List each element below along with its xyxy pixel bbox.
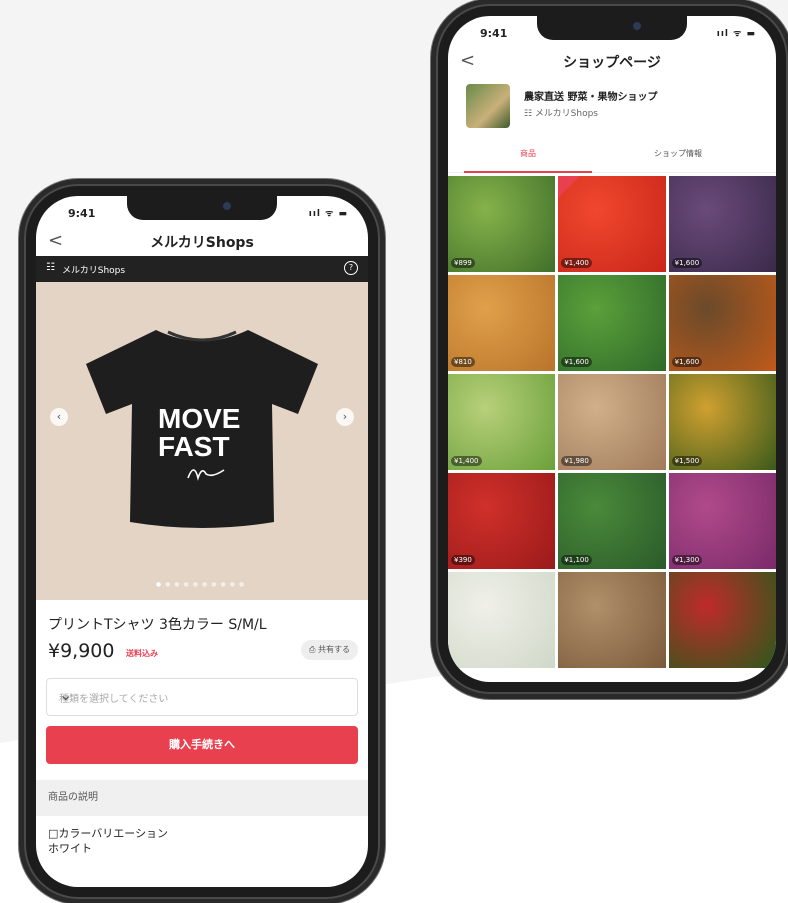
product-tile[interactable]: ¥1,300	[668, 473, 776, 569]
shop-header[interactable]: 農家直送 野菜・果物ショップ ☷ メルカリShops	[448, 76, 776, 138]
camera-icon	[223, 202, 231, 210]
tshirt-text-fast: FAST	[158, 431, 230, 462]
nav-title: メルカリShops	[150, 235, 254, 251]
help-icon[interactable]: ?	[344, 261, 358, 275]
product-tile[interactable]: ¥1,500	[668, 374, 776, 470]
share-button[interactable]: ⎙ 共有する	[301, 640, 358, 660]
product-tile-price: ¥810	[451, 357, 475, 367]
shop-bar-name: メルカリShops	[62, 266, 126, 276]
product-tile[interactable]	[448, 572, 556, 668]
shop-logo-icon: ☷	[46, 262, 55, 273]
product-tile[interactable]: ¥1,980	[558, 374, 666, 470]
shop-phone-mockup: 9:41 ııl ᯤ ▬ < ショップページ 農家直送 野菜・果物ショップ ☷ …	[436, 4, 788, 694]
product-image-carousel[interactable]: MOVE FAST ‹ › ●●●●●●●●●●	[36, 282, 368, 600]
product-tile[interactable]: ¥1,100	[558, 473, 666, 569]
product-tile-price: ¥1,600	[671, 357, 703, 367]
product-tile-price: ¥1,600	[671, 258, 703, 268]
product-tile[interactable]: ¥1,600	[668, 176, 776, 272]
carousel-prev-icon[interactable]: ‹	[50, 408, 68, 426]
carousel-dots-rest: ●●●●●●●●●	[165, 581, 249, 588]
tshirt-image: MOVE FAST	[86, 330, 318, 528]
product-tile-price: ¥1,100	[561, 555, 592, 565]
product-screen: 9:41 ııl ᯤ ▬ < メルカリShops ☷ メルカリShops ? M…	[36, 196, 368, 887]
tab-products[interactable]: 商品	[464, 148, 592, 159]
shipping-label: 送料込み	[126, 649, 158, 658]
product-title: プリントTシャツ 3色カラー S/M/L	[48, 617, 267, 633]
status-time: 9:41	[68, 207, 96, 220]
description-line: ホワイト	[48, 842, 92, 855]
carousel-dots: ●●●●●●●●●●	[36, 581, 368, 588]
product-tile[interactable]: ¥1,400	[448, 374, 556, 470]
status-icons: ııl ᯤ ▬	[308, 209, 348, 219]
product-phone-mockup: 9:41 ııl ᯤ ▬ < メルカリShops ☷ メルカリShops ? M…	[24, 184, 380, 899]
shop-badge: ☷ メルカリShops	[524, 109, 598, 119]
carousel-next-icon[interactable]: ›	[336, 408, 354, 426]
shop-avatar	[466, 84, 510, 128]
product-tile[interactable]: ¥390	[448, 473, 556, 569]
product-tile[interactable]: ¥810	[448, 275, 556, 371]
variant-select[interactable]: 種類を選択してください ⌄	[46, 678, 358, 716]
sold-badge	[558, 176, 581, 198]
product-tile-price: ¥1,400	[451, 456, 482, 466]
camera-icon	[633, 22, 641, 30]
product-tile[interactable]	[558, 572, 666, 668]
product-tile-price: ¥1,500	[671, 456, 703, 466]
product-tile[interactable]	[668, 572, 776, 668]
carousel-dot-active: ●	[155, 581, 166, 588]
status-time: 9:41	[480, 27, 508, 40]
product-tile[interactable]: ¥1,600	[668, 275, 776, 371]
product-tile[interactable]: ¥1,600	[558, 275, 666, 371]
product-tile[interactable]: ¥1,400	[558, 176, 666, 272]
tab-indicator	[464, 171, 592, 173]
nav-bar: < ショップページ	[448, 46, 776, 76]
product-tile-price: ¥1,600	[561, 357, 592, 367]
product-grid: ¥899 ¥1,400 ¥1,600 ¥810 ¥1,600 ¥1,600 ¥1,400 ¥1…	[448, 173, 776, 668]
phone-notch	[127, 196, 277, 220]
product-tile-price: ¥899	[451, 258, 475, 268]
product-price: ¥9,900	[48, 640, 115, 662]
product-tile[interactable]: ¥899	[448, 176, 556, 272]
product-tile-price: ¥390	[451, 555, 475, 565]
product-tile-price: ¥1,300	[671, 555, 703, 565]
shop-screen: 9:41 ııl ᯤ ▬ < ショップページ 農家直送 野菜・果物ショップ ☷ …	[448, 16, 776, 682]
chevron-down-icon: ⌄	[59, 685, 73, 704]
price-row: ¥9,900 送料込み ⎙ 共有する	[36, 640, 368, 670]
product-tile-price: ¥1,400	[561, 258, 592, 268]
buy-button[interactable]: 購入手続きへ	[46, 726, 358, 764]
nav-bar: < メルカリShops	[36, 226, 368, 256]
description-line: □カラーバリエーション	[48, 827, 169, 840]
shop-name: 農家直送 野菜・果物ショップ	[524, 92, 658, 103]
phone-notch	[537, 16, 687, 40]
status-icons: ııl ᯤ ▬	[716, 29, 756, 39]
description-body: □カラーバリエーション ホワイト	[36, 816, 368, 866]
product-tile-price: ¥1,980	[561, 456, 592, 466]
shop-bar: ☷ メルカリShops ?	[36, 256, 368, 282]
description-heading: 商品の説明	[36, 780, 368, 816]
tab-bar: 商品 ショップ情報	[448, 138, 776, 173]
nav-title: ショップページ	[563, 55, 661, 71]
tshirt-text-move: MOVE	[158, 403, 240, 434]
tab-shop-info[interactable]: ショップ情報	[608, 148, 748, 159]
